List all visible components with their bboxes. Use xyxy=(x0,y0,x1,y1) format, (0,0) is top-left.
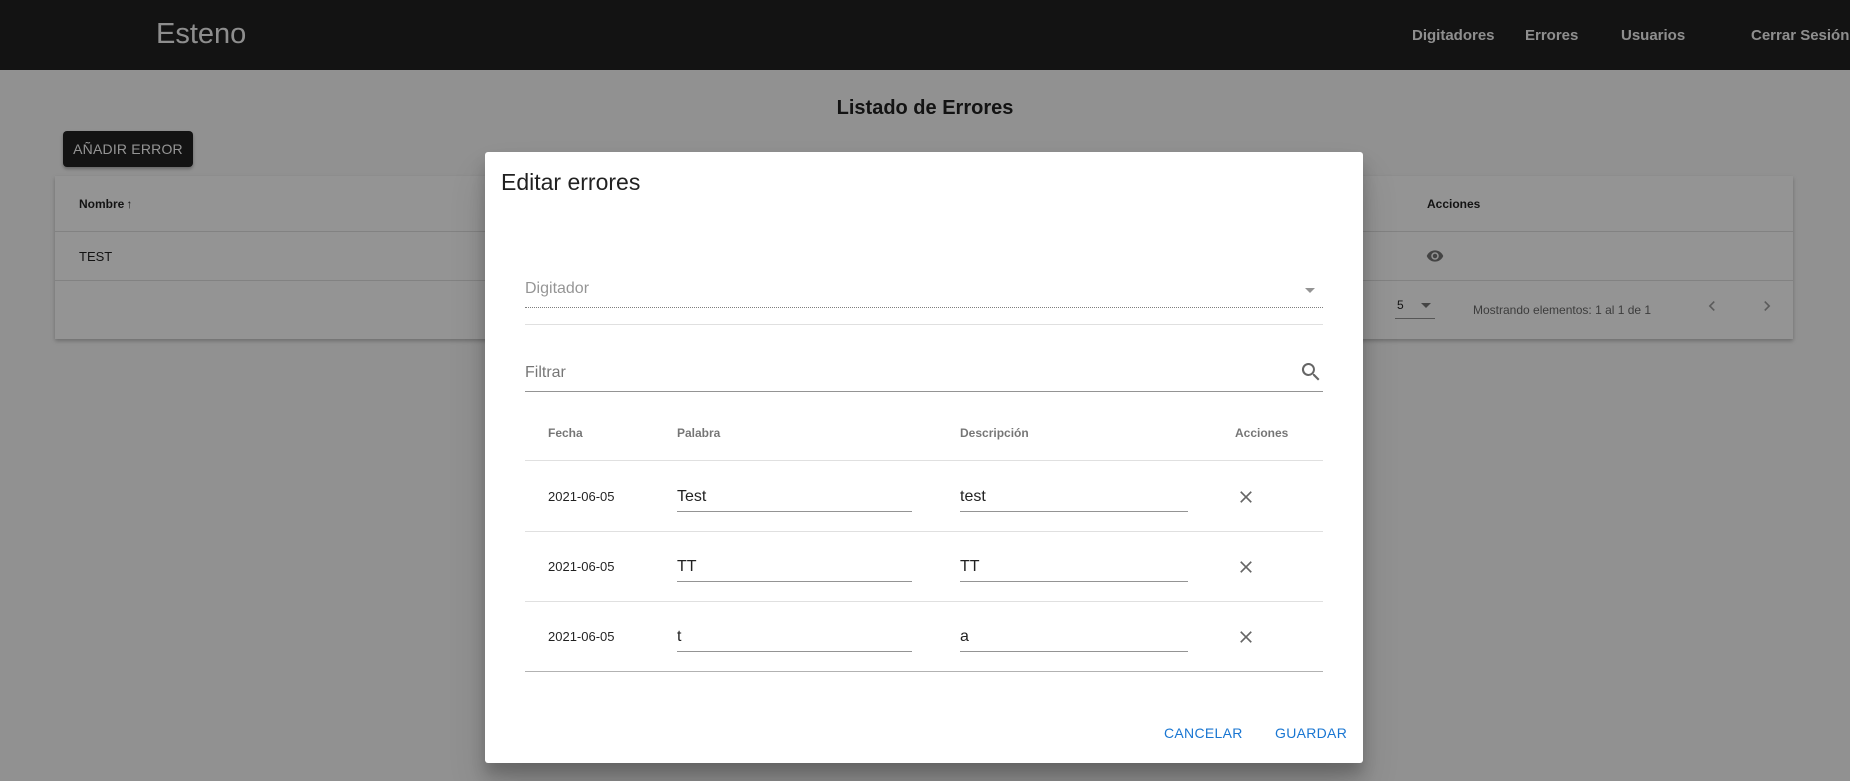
descripcion-input[interactable] xyxy=(960,622,1188,652)
row-fecha: 2021-06-05 xyxy=(548,629,615,644)
descripcion-input[interactable] xyxy=(960,552,1188,582)
column-fecha: Fecha xyxy=(548,426,583,440)
errors-edit-table: Fecha Palabra Descripción Acciones 2021-… xyxy=(525,405,1323,672)
column-acciones: Acciones xyxy=(1235,426,1289,440)
row-fecha: 2021-06-05 xyxy=(548,559,615,574)
digitador-label: Digitador xyxy=(525,280,590,297)
divider xyxy=(525,324,1323,325)
palabra-input[interactable] xyxy=(677,552,912,582)
cancel-button[interactable]: CANCELAR xyxy=(1164,725,1243,741)
edit-errors-dialog: Editar errores Digitador Fecha Palabra D… xyxy=(485,152,1363,763)
search-icon xyxy=(1299,360,1323,384)
descripcion-input[interactable] xyxy=(960,482,1188,512)
close-icon[interactable] xyxy=(1231,482,1261,512)
table-row: 2021-06-05 xyxy=(525,532,1323,602)
dialog-title: Editar errores xyxy=(501,169,641,195)
close-icon[interactable] xyxy=(1231,552,1261,582)
filter-field xyxy=(525,354,1323,392)
digitador-select[interactable]: Digitador xyxy=(525,272,1323,308)
column-palabra: Palabra xyxy=(677,426,721,440)
table-row: 2021-06-05 xyxy=(525,602,1323,672)
filter-input[interactable] xyxy=(525,360,1265,386)
close-icon[interactable] xyxy=(1231,622,1261,652)
palabra-input[interactable] xyxy=(677,622,912,652)
save-button[interactable]: GUARDAR xyxy=(1275,725,1347,741)
chevron-down-icon xyxy=(1305,288,1315,293)
column-descripcion: Descripción xyxy=(960,426,1029,440)
edit-table-header: Fecha Palabra Descripción Acciones xyxy=(525,405,1323,461)
row-fecha: 2021-06-05 xyxy=(548,489,615,504)
palabra-input[interactable] xyxy=(677,482,912,512)
table-row: 2021-06-05 xyxy=(525,462,1323,532)
